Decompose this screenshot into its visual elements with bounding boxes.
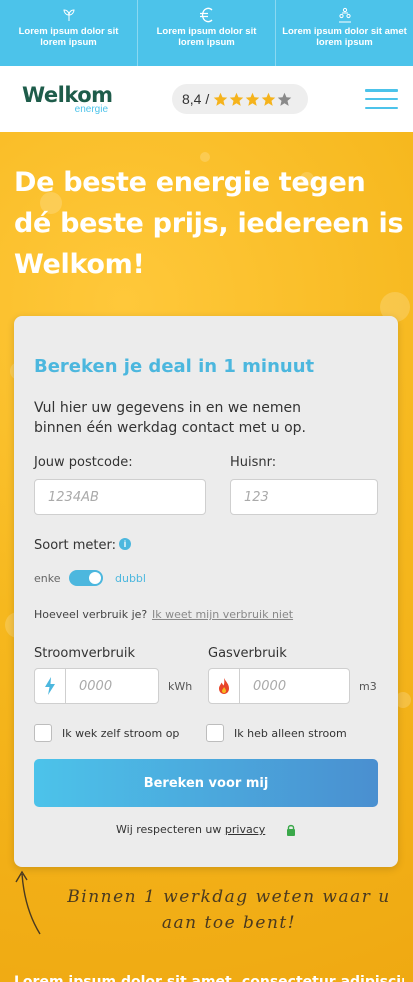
hamburger-menu-icon[interactable] bbox=[365, 89, 398, 109]
usp-bar: Lorem ipsum dolor sit lorem ipsum Lorem … bbox=[0, 0, 413, 66]
privacy-link[interactable]: privacy bbox=[225, 823, 265, 836]
logo-main-text: Welkom bbox=[22, 83, 113, 107]
deal-calculator-card: Bereken je deal in 1 minuut Vul hier uw … bbox=[14, 316, 398, 867]
leaf-icon bbox=[61, 6, 77, 24]
form-intro: Vul hier uw gegevens in en we nemen binn… bbox=[34, 400, 306, 436]
only-power-checkbox[interactable] bbox=[206, 724, 224, 742]
form-title: Bereken je deal in 1 minuut bbox=[34, 356, 315, 377]
own-power-label[interactable]: Ik wek zelf stroom op bbox=[62, 727, 179, 740]
people-icon bbox=[337, 6, 353, 24]
gas-unit: m3 bbox=[359, 680, 377, 693]
star-empty-icon bbox=[278, 92, 292, 106]
star-icon bbox=[262, 92, 276, 106]
own-power-checkbox[interactable] bbox=[34, 724, 52, 742]
meter-toggle[interactable] bbox=[69, 570, 103, 586]
usp-item-2: Lorem ipsum dolor sit lorem ipsum bbox=[138, 0, 276, 66]
usp-item-1: Lorem ipsum dolor sit lorem ipsum bbox=[0, 0, 138, 66]
huisnr-label: Huisnr: bbox=[230, 455, 277, 470]
star-icon bbox=[246, 92, 260, 106]
lightning-icon bbox=[34, 668, 66, 704]
lock-icon bbox=[287, 824, 295, 836]
usp-text-3: Lorem ipsum dolor sit amet lorem ipsum bbox=[282, 26, 407, 48]
only-power-label[interactable]: Ik heb alleen stroom bbox=[234, 727, 347, 740]
flame-icon bbox=[208, 668, 240, 704]
info-icon[interactable]: i bbox=[119, 538, 131, 550]
gas-input[interactable]: 0000 bbox=[239, 668, 350, 704]
huisnr-input[interactable]: 123 bbox=[230, 479, 378, 515]
euro-icon bbox=[198, 6, 216, 24]
calculate-button[interactable]: Bereken voor mij bbox=[34, 759, 378, 807]
usage-question: Hoeveel verbruik je? bbox=[34, 608, 148, 621]
privacy-prefix: Wij respecteren uw bbox=[116, 823, 222, 836]
power-unit: kWh bbox=[168, 680, 193, 693]
hand-drawn-arrow-icon bbox=[15, 870, 41, 935]
star-icon bbox=[230, 92, 244, 106]
meter-label: Soort meter: bbox=[34, 538, 116, 553]
meter-option-double[interactable]: dubbl bbox=[115, 572, 146, 585]
rating-score: 8,4 / bbox=[182, 91, 210, 107]
usp-text-2: Lorem ipsum dolor sit lorem ipsum bbox=[156, 26, 257, 48]
power-input[interactable]: 0000 bbox=[65, 668, 159, 704]
privacy-note: Wij respecteren uw privacy bbox=[116, 823, 265, 836]
usage-unknown-link[interactable]: Ik weet mijn verbruik niet bbox=[152, 608, 293, 621]
power-label: Stroomverbruik bbox=[34, 646, 135, 661]
postcode-label: Jouw postcode: bbox=[34, 455, 133, 470]
hero-title: De beste energie tegen dé beste prijs, i… bbox=[14, 167, 404, 280]
star-icon bbox=[214, 92, 228, 106]
meter-option-single[interactable]: enke bbox=[34, 572, 61, 585]
postcode-input[interactable]: 1234AB bbox=[34, 479, 206, 515]
usp-text-1: Lorem ipsum dolor sit lorem ipsum bbox=[18, 26, 119, 48]
handwritten-note: Binnen 1 werkdag weten waar u aan toe be… bbox=[67, 887, 391, 933]
gas-label: Gasverbruik bbox=[208, 646, 287, 661]
footer-teaser-text: Lorem ipsum dolor sit amet, consectetur … bbox=[14, 974, 404, 982]
usp-item-3: Lorem ipsum dolor sit amet lorem ipsum bbox=[276, 0, 413, 66]
welkom-logo[interactable]: Welkom energie bbox=[22, 84, 114, 118]
logo-sub-text: energie bbox=[74, 104, 108, 115]
rating-badge[interactable]: 8,4 / bbox=[172, 84, 308, 114]
